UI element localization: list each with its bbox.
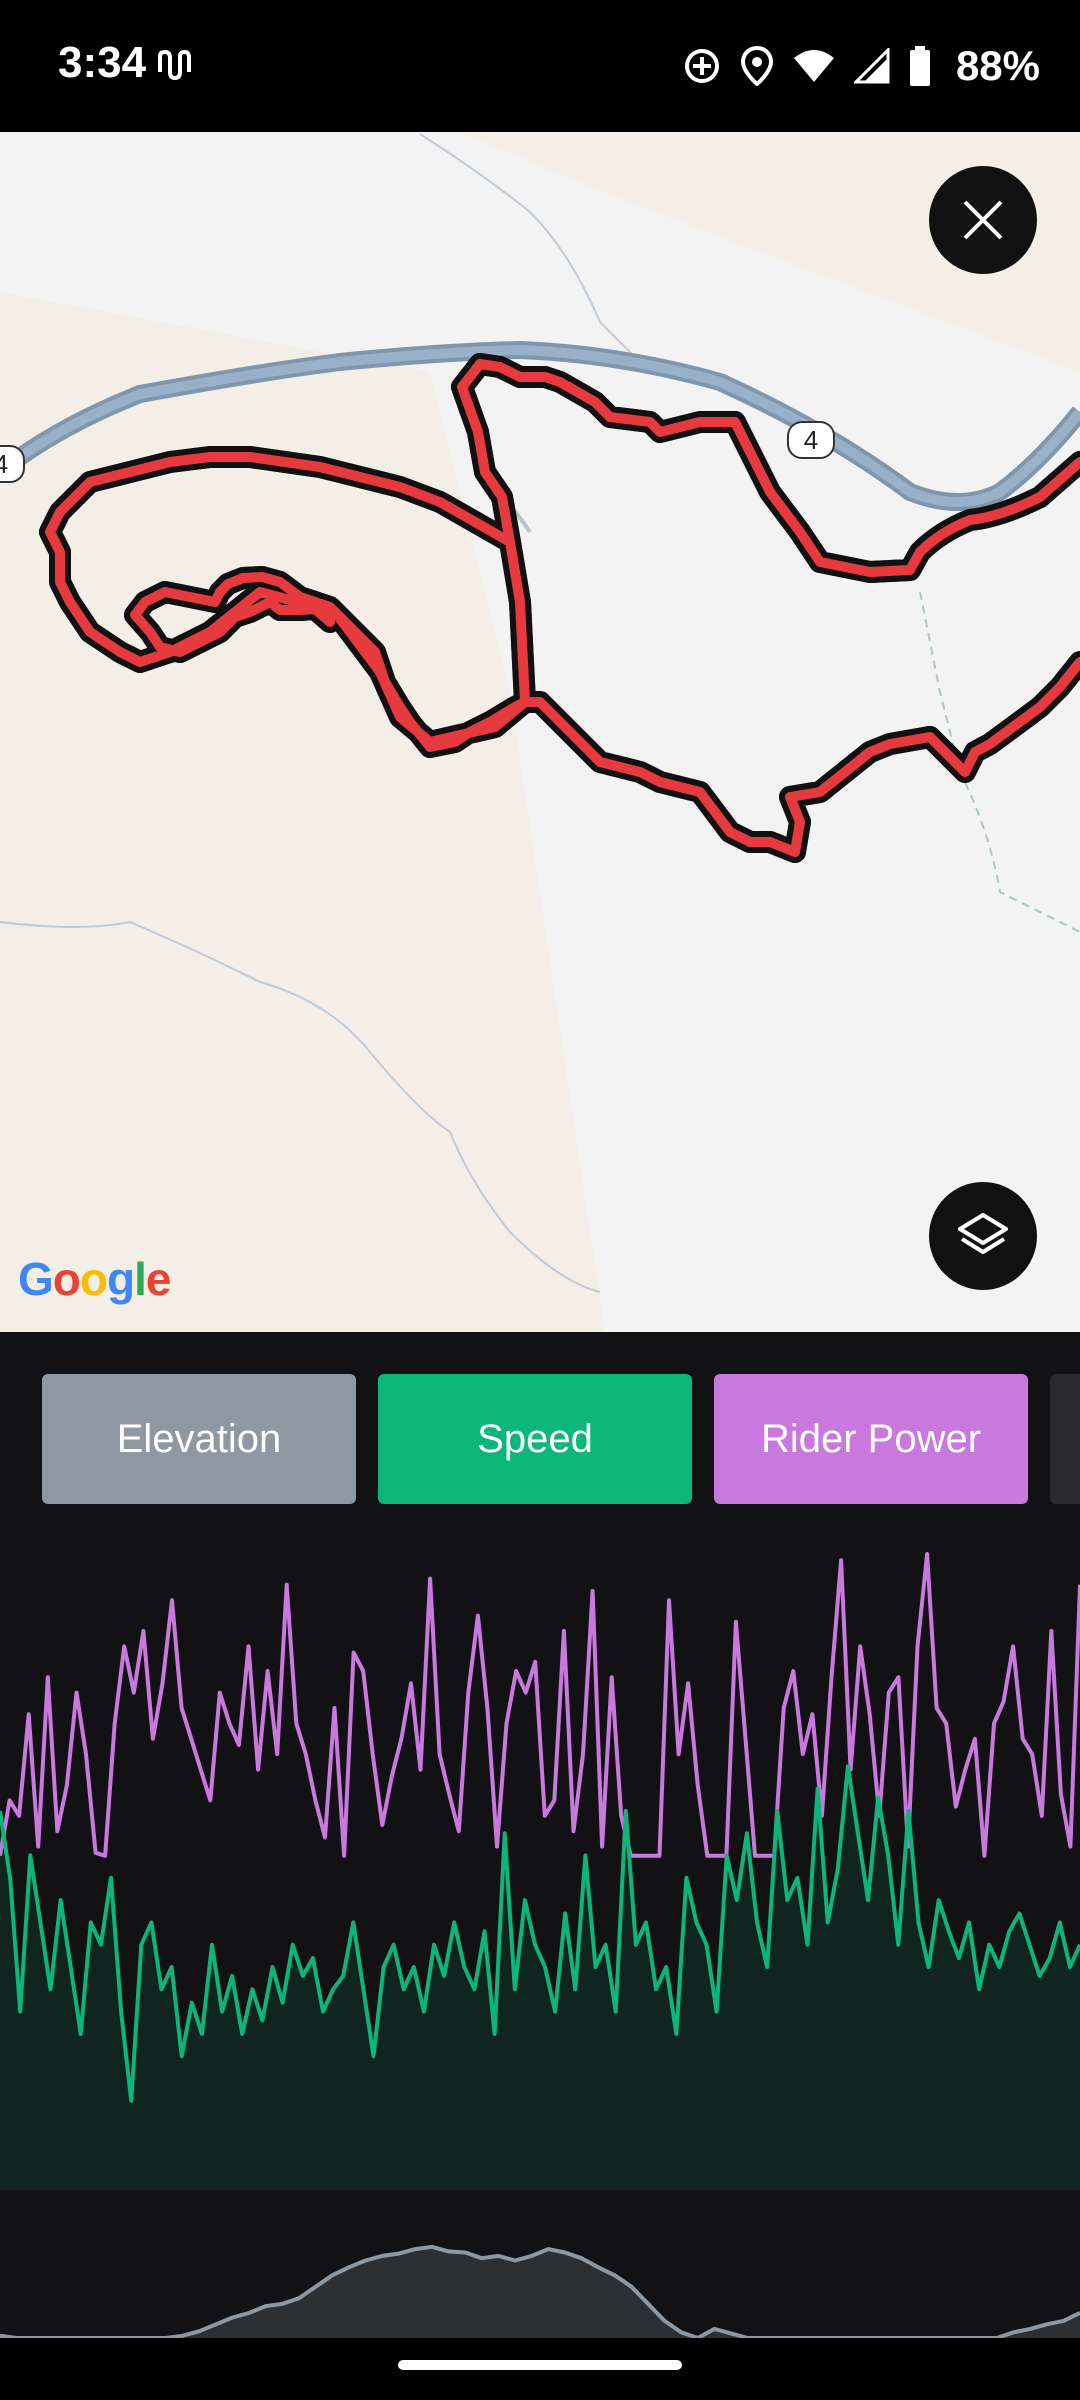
status-time: 3:34 bbox=[58, 38, 147, 87]
battery-percent: 88% bbox=[955, 42, 1040, 89]
home-handle[interactable] bbox=[398, 2360, 682, 2370]
status-icons: 88% bbox=[682, 34, 1040, 98]
rider-power-line bbox=[0, 1552, 1080, 1858]
battery-icon bbox=[909, 46, 930, 86]
navigation-bar bbox=[0, 2338, 1080, 2400]
close-button[interactable] bbox=[929, 166, 1037, 274]
voicemail-icon bbox=[158, 50, 191, 80]
tab-overflow[interactable] bbox=[1050, 1374, 1080, 1504]
road-shield-label: 4 bbox=[804, 425, 818, 455]
map-canvas[interactable]: 4 4 bbox=[0, 132, 1080, 1332]
road-shield-label: 4 bbox=[0, 449, 8, 479]
road-shield-4: 4 bbox=[787, 421, 835, 459]
layers-button[interactable] bbox=[929, 1182, 1037, 1290]
elevation-area bbox=[0, 2246, 1080, 2338]
sync-icon bbox=[684, 49, 719, 83]
location-icon bbox=[740, 46, 773, 86]
google-logo: Google bbox=[18, 1253, 171, 1305]
charts-panel bbox=[0, 1504, 1080, 2338]
wifi-icon bbox=[793, 50, 834, 82]
metric-tabs: Elevation Speed Rider Power bbox=[0, 1332, 1080, 1504]
close-icon bbox=[963, 200, 1003, 240]
status-bar: 3:34 88% bbox=[0, 0, 1080, 132]
land-area-left bbox=[0, 292, 605, 1332]
tab-elevation[interactable]: Elevation bbox=[42, 1374, 356, 1504]
map-view[interactable]: 4 4 Google bbox=[0, 132, 1080, 1332]
speed-area bbox=[0, 1766, 1080, 2190]
charts-svg[interactable] bbox=[0, 1504, 1080, 2338]
road-shield-4-left: 4 bbox=[0, 445, 25, 483]
tab-rider-power[interactable]: Rider Power bbox=[714, 1374, 1028, 1504]
signal-icon bbox=[853, 48, 890, 84]
layers-icon bbox=[958, 1213, 1008, 1254]
tab-speed[interactable]: Speed bbox=[378, 1374, 692, 1504]
